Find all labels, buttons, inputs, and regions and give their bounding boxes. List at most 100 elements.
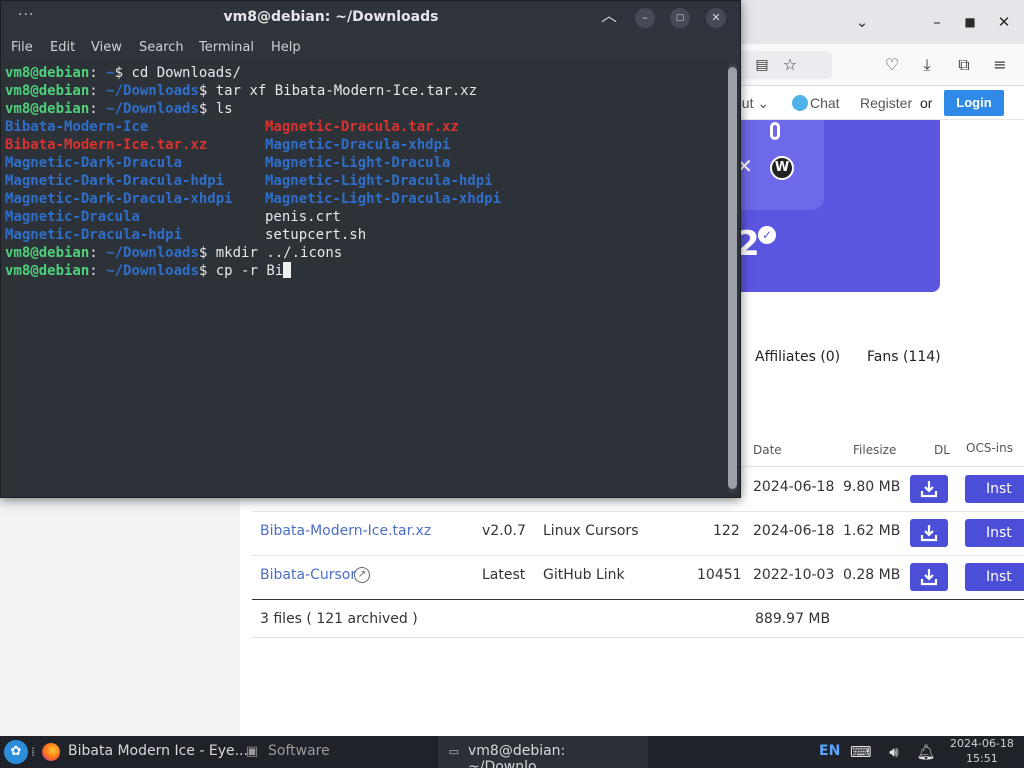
terminal-menubar: File Edit View Search Terminal Help — [1, 35, 740, 61]
file-date: 2022-10-03 — [753, 567, 835, 583]
install-button[interactable]: Inst — [965, 475, 1024, 503]
file-size: 0.28 MB — [843, 567, 901, 583]
hamburger-menu-icon[interactable]: ≡ — [988, 53, 1012, 77]
app-menu-icon[interactable]: ✿ — [4, 740, 28, 764]
terminal-line: vm8@debian: ~$ cd Downloads/ — [5, 65, 242, 81]
file-name-link[interactable]: Bibata-Cursor — [260, 567, 356, 583]
ls-entry-dir: Magnetic-Dark-Dracula-xhdpi — [5, 191, 233, 207]
scrollbar-thumb[interactable] — [728, 67, 737, 489]
minimize-icon[interactable]: – — [925, 10, 949, 34]
keyboard-icon[interactable]: ⌨ — [850, 742, 872, 762]
chat-icon — [792, 95, 808, 111]
ls-entry-dir: Magnetic-Light-Dracula-hdpi — [265, 173, 493, 189]
file-date: 2024-06-18 — [753, 479, 835, 495]
ls-entry-archive: Bibata-Modern-Ice.tar.xz — [5, 137, 208, 153]
bookmark-star-icon[interactable]: ☆ — [778, 53, 802, 77]
file-size: 9.80 MB — [843, 479, 901, 495]
file-name-link[interactable]: Bibata-Modern-Ice.tar.xz — [260, 523, 431, 539]
download-button[interactable] — [910, 519, 948, 547]
terminal-window[interactable]: ··· vm8@debian: ~/Downloads ︿ – ▢ ✕ File… — [0, 0, 741, 498]
col-filesize: Filesize — [853, 443, 897, 457]
taskbar-software[interactable]: Software — [268, 743, 330, 759]
text-cursor — [283, 262, 292, 278]
ls-entry-dir: Magnetic-Dracula-hdpi — [5, 227, 183, 243]
url-bar[interactable]: ▤ ☆ — [740, 51, 832, 79]
downloads-icon[interactable]: ⤓ — [915, 53, 939, 77]
table-divider — [252, 555, 1024, 556]
terminal-scrollbar[interactable] — [728, 63, 737, 493]
ls-entry-dir: Magnetic-Light-Dracula-xhdpi — [265, 191, 502, 207]
login-button[interactable]: Login — [944, 90, 1004, 116]
notification-bell-icon[interactable]: 🔔︎ — [916, 742, 936, 762]
show-desktop-icon[interactable]: ⁞ — [28, 742, 38, 762]
file-date: 2024-06-18 — [753, 523, 835, 539]
register-link[interactable]: Register — [860, 95, 912, 111]
firefox-icon — [42, 743, 60, 761]
reader-view-icon[interactable]: ▤ — [750, 53, 774, 77]
total-size: 889.97 MB — [755, 611, 831, 627]
download-icon — [920, 481, 938, 498]
list-tabs-chevron-icon[interactable]: ⌄ — [850, 10, 874, 34]
key-icon — [770, 122, 780, 140]
ls-entry-dir: Bibata-Modern-Ice — [5, 119, 149, 135]
or-text: or — [920, 95, 933, 111]
table-divider — [252, 511, 1024, 512]
external-link-icon: ↗ — [354, 567, 370, 583]
file-type: GitHub Link — [543, 567, 625, 583]
taskbar: ✿ ⁞ Bibata Modern Ice - Eye... ▣ Softwar… — [0, 736, 1024, 768]
terminal-output[interactable]: vm8@debian: ~$ cd Downloads/ vm8@debian:… — [1, 61, 727, 497]
file-downloads: 10451 — [697, 567, 742, 583]
volume-icon[interactable]: 🔊︎ — [884, 742, 904, 762]
ls-entry-dir: Magnetic-Dark-Dracula-hdpi — [5, 173, 225, 189]
menu-view[interactable]: View — [91, 40, 122, 55]
menu-search[interactable]: Search — [139, 40, 184, 55]
chat-link[interactable]: Chat — [810, 95, 840, 111]
ls-entry-dir: Magnetic-Light-Dracula — [265, 155, 451, 171]
col-date: Date — [753, 443, 782, 457]
terminal-title: vm8@debian: ~/Downloads — [223, 9, 439, 25]
close-icon[interactable]: ✕ — [992, 10, 1016, 34]
maximize-icon[interactable]: ▢ — [670, 8, 690, 28]
extensions-icon[interactable]: ⧉ — [952, 53, 976, 77]
wordpress-icon: W — [770, 156, 794, 180]
pocket-icon[interactable]: ♡ — [880, 53, 904, 77]
terminal-line: vm8@debian: ~/Downloads$ ls — [5, 101, 233, 117]
ls-entry-file: penis.crt — [265, 209, 341, 225]
verified-check-icon: ✓ — [758, 226, 776, 244]
install-button[interactable]: Inst — [965, 519, 1024, 547]
shade-chevron-up-icon[interactable]: ︿ — [599, 6, 619, 26]
minimize-icon[interactable]: – — [635, 8, 655, 28]
terminal-current-line[interactable]: vm8@debian: ~/Downloads$ cp -r Bi — [5, 262, 292, 280]
terminal-titlebar[interactable]: ··· vm8@debian: ~/Downloads ︿ – ▢ ✕ — [1, 1, 740, 35]
tab-affiliates[interactable]: Affiliates (0) — [755, 349, 840, 365]
table-footer-divider — [252, 599, 1024, 600]
ls-entry-dir: Magnetic-Dracula-xhdpi — [265, 137, 451, 153]
close-icon[interactable]: ✕ — [706, 8, 726, 28]
tab-fans[interactable]: Fans (114) — [867, 349, 941, 365]
download-button[interactable] — [910, 563, 948, 591]
download-button[interactable] — [910, 475, 948, 503]
taskbar-terminal-active[interactable]: ▭ vm8@debian: ~/Downlo... — [438, 736, 648, 768]
clock-date[interactable]: 2024-06-18 — [950, 737, 1014, 750]
file-size: 1.62 MB — [843, 523, 901, 539]
table-divider — [252, 637, 1024, 638]
taskbar-terminal-window: vm8@debian: ~/Downlo... — [468, 743, 566, 768]
menu-file[interactable]: File — [11, 40, 33, 55]
col-ocs-install: OCS-ins — [966, 441, 1013, 455]
ls-entry-dir: Magnetic-Dark-Dracula — [5, 155, 183, 171]
keyboard-layout[interactable]: EN — [819, 743, 840, 759]
menu-help[interactable]: Help — [271, 40, 301, 55]
file-type: Linux Cursors — [543, 523, 639, 539]
file-version: Latest — [482, 567, 526, 583]
col-dl: DL — [934, 443, 950, 457]
file-version: v2.0.7 — [482, 523, 526, 539]
files-summary: 3 files ( 121 archived ) — [260, 611, 418, 627]
maximize-icon[interactable]: ■ — [958, 10, 982, 34]
clock-time[interactable]: 15:51 — [966, 752, 998, 765]
menu-terminal[interactable]: Terminal — [199, 40, 254, 55]
taskbar-firefox-window[interactable]: Bibata Modern Ice - Eye... — [68, 743, 248, 759]
download-icon — [920, 569, 938, 586]
menu-edit[interactable]: Edit — [50, 40, 75, 55]
install-button[interactable]: Inst — [965, 563, 1024, 591]
file-downloads: 122 — [713, 523, 740, 539]
